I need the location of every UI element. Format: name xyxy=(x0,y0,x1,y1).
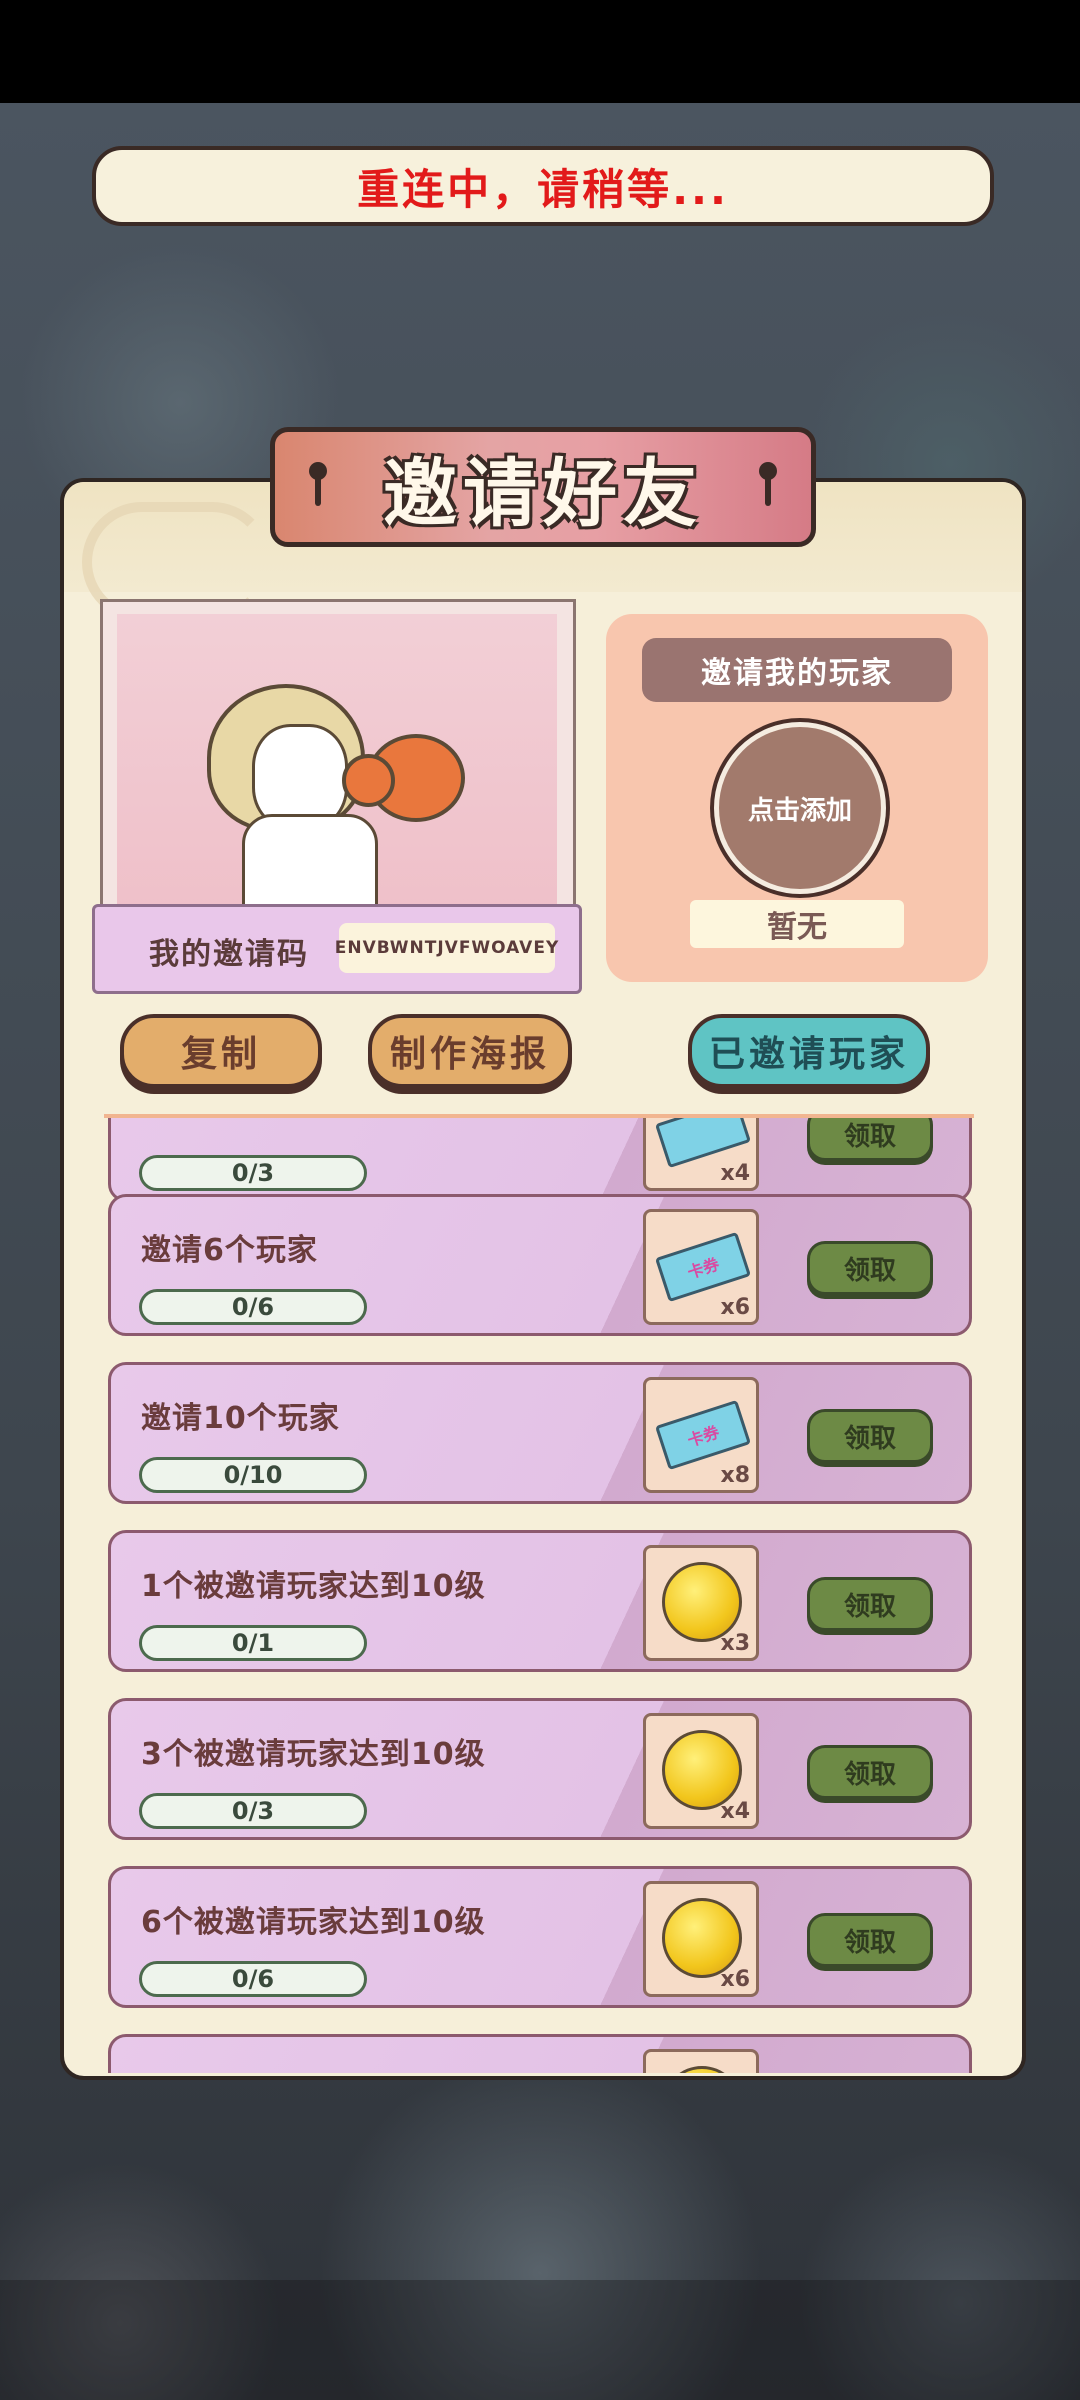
poster-background xyxy=(117,614,557,920)
task-title: 6个被邀请玩家达到10级 xyxy=(141,1905,486,1940)
task-row: 邀请10个玩家 0/10 卡券 x8 领取 xyxy=(108,1362,972,1504)
dialog-title: 邀请好友 xyxy=(383,450,703,537)
task-row: 3个被邀请玩家达到10级 0/3 x4 领取 xyxy=(108,1698,972,1840)
task-row xyxy=(108,2034,972,2073)
reward-slot: x4 xyxy=(643,1713,759,1829)
claim-button[interactable]: 领取 xyxy=(807,1118,933,1161)
invited-players-button[interactable]: 已邀请玩家 xyxy=(688,1014,930,1088)
pin-icon xyxy=(309,462,327,508)
claim-button[interactable]: 领取 xyxy=(807,1745,933,1799)
inviter-title: 邀请我的玩家 xyxy=(642,638,952,702)
reward-slot: 卡券 x8 xyxy=(643,1377,759,1493)
task-title: 1个被邀请玩家达到10级 xyxy=(141,1569,486,1604)
claim-button[interactable]: 领取 xyxy=(807,1409,933,1463)
reward-slot xyxy=(643,2049,759,2073)
reward-count: x3 xyxy=(720,1631,751,1656)
coin-icon xyxy=(662,2066,742,2073)
invite-poster-image xyxy=(100,599,576,920)
coin-icon xyxy=(662,1562,742,1642)
invite-code-label: 我的邀请码 xyxy=(149,937,309,972)
pin-icon xyxy=(759,462,777,508)
copy-button[interactable]: 复制 xyxy=(120,1014,322,1088)
task-row: 6个被邀请玩家达到10级 0/6 x6 领取 xyxy=(108,1866,972,2008)
claim-button[interactable]: 领取 xyxy=(807,1241,933,1295)
task-progress: 0/3 xyxy=(139,1155,367,1191)
dialog-title-banner: 邀请好友 xyxy=(270,427,816,547)
make-poster-button[interactable]: 制作海报 xyxy=(368,1014,572,1088)
coin-icon xyxy=(662,1730,742,1810)
task-title: 邀请10个玩家 xyxy=(141,1401,340,1436)
reconnect-text: 重连中，请稍等... xyxy=(357,164,729,214)
task-row: 0/3 x4 领取 xyxy=(108,1118,972,1202)
task-row: 1个被邀请玩家达到10级 0/1 x3 领取 xyxy=(108,1530,972,1672)
reward-slot: 卡券 x6 xyxy=(643,1209,759,1325)
reward-slot: x6 xyxy=(643,1881,759,1997)
claim-button[interactable]: 领取 xyxy=(807,1913,933,1967)
inviter-panel: 邀请我的玩家 点击添加 暂无 xyxy=(606,614,988,982)
task-progress: 0/6 xyxy=(139,1289,367,1325)
task-progress: 0/1 xyxy=(139,1625,367,1661)
reward-count: x8 xyxy=(720,1463,751,1488)
task-progress: 0/10 xyxy=(139,1457,367,1493)
reward-count: x4 xyxy=(720,1161,751,1186)
task-row: 邀请6个玩家 0/6 卡券 x6 领取 xyxy=(108,1194,972,1336)
task-progress: 0/3 xyxy=(139,1793,367,1829)
reward-count: x6 xyxy=(720,1295,751,1320)
task-title: 3个被邀请玩家达到10级 xyxy=(141,1737,486,1772)
invite-code-box: 我的邀请码 ENVBWNTJVFWOAVEY xyxy=(92,904,582,994)
ticket-icon: 卡券 xyxy=(654,1231,752,1303)
status-bar xyxy=(0,0,1080,103)
ticket-icon: 卡券 xyxy=(654,1399,752,1471)
gourd-top xyxy=(342,754,395,807)
reconnect-banner: 重连中，请稍等... xyxy=(92,146,994,226)
task-list[interactable]: 0/3 x4 领取 邀请6个玩家 0/6 卡券 x6 领取 邀请10个玩家 0/… xyxy=(60,1118,1018,2073)
claim-button[interactable]: 领取 xyxy=(807,1577,933,1631)
task-progress: 0/6 xyxy=(139,1961,367,1997)
coin-icon xyxy=(662,1898,742,1978)
game-bottom-bar xyxy=(0,2280,1080,2400)
reward-slot: x4 xyxy=(643,1118,759,1191)
reward-count: x4 xyxy=(720,1799,751,1824)
inviter-none-label: 暂无 xyxy=(690,900,904,948)
invite-code-value: ENVBWNTJVFWOAVEY xyxy=(335,923,558,973)
reward-slot: x3 xyxy=(643,1545,759,1661)
reward-count: x6 xyxy=(720,1967,751,1992)
task-title: 邀请6个玩家 xyxy=(141,1233,318,1268)
add-inviter-button[interactable]: 点击添加 xyxy=(714,722,886,894)
